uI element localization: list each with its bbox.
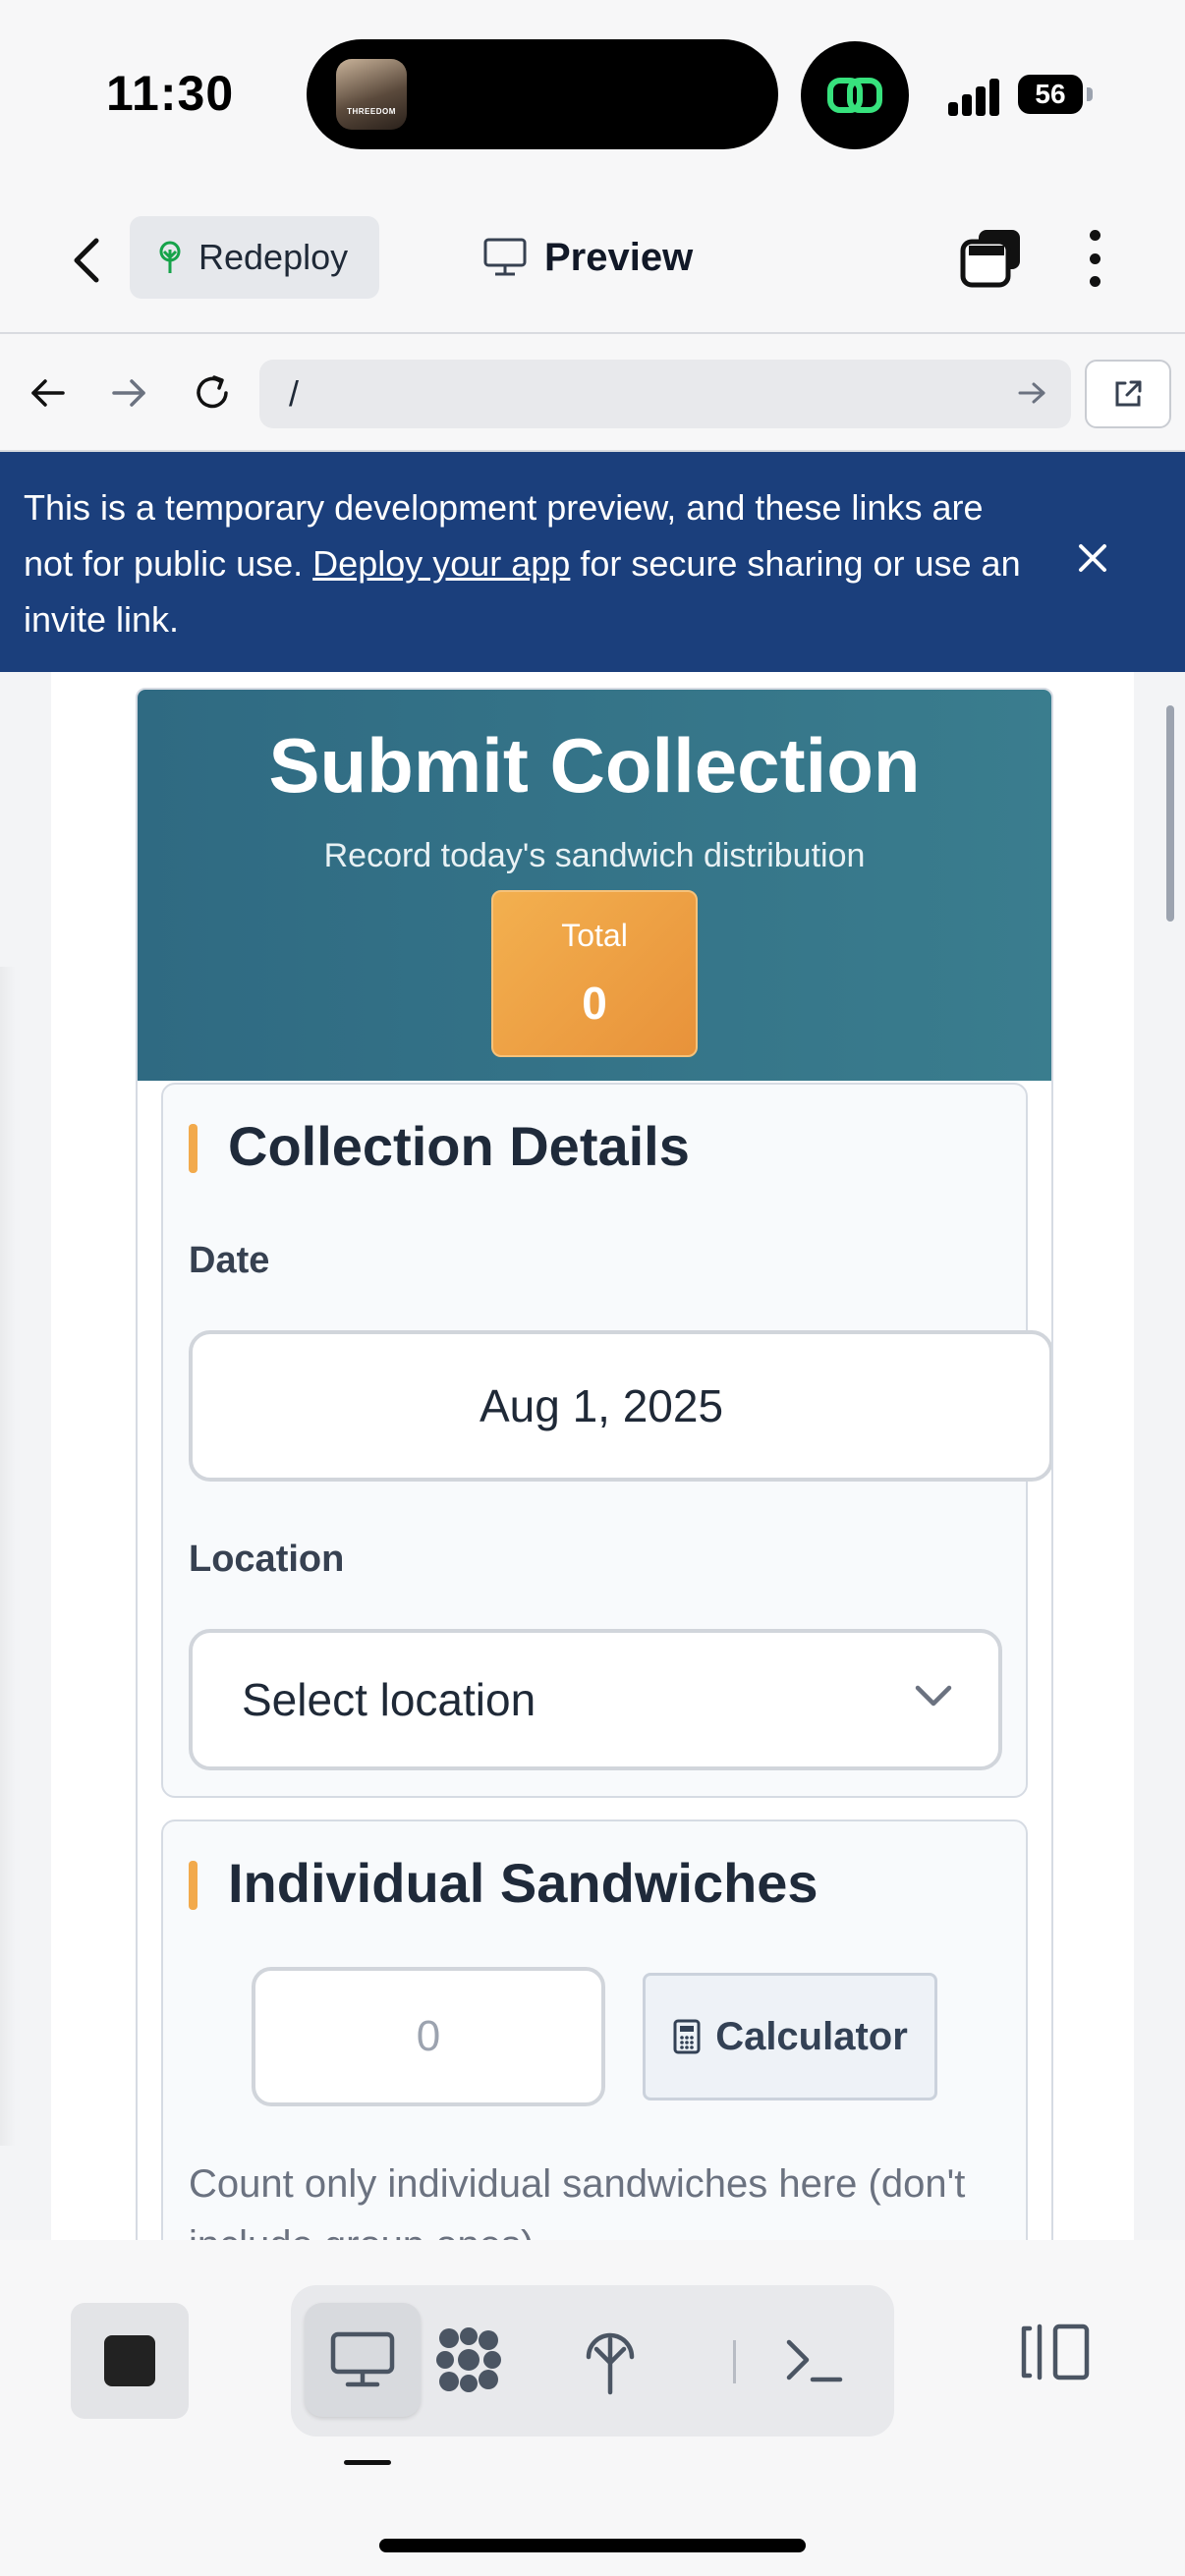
go-arrow-icon[interactable] — [1012, 373, 1051, 413]
linked-app-icon[interactable] — [801, 41, 909, 149]
home-indicator[interactable] — [379, 2539, 806, 2552]
toolbar-shell-button[interactable] — [757, 2303, 873, 2417]
reload-icon — [197, 375, 228, 409]
url-input[interactable]: / — [259, 360, 1071, 428]
date-field[interactable]: Aug 1, 2025 — [189, 1330, 1051, 1482]
collection-details-section: Collection Details Date Aug 1, 2025 Loca… — [161, 1083, 1051, 1798]
calculator-label: Calculator — [715, 2014, 908, 2058]
date-label: Date — [189, 1240, 270, 1281]
redeploy-button[interactable]: Redeploy — [130, 216, 379, 299]
total-badge: Total 0 — [491, 890, 698, 1057]
individual-count-input[interactable]: 0 — [252, 1967, 605, 2106]
nav-back-button[interactable] — [20, 365, 75, 420]
panel-toggle-icon — [1021, 2324, 1090, 2380]
toolbar-divider — [733, 2340, 736, 2383]
close-icon — [1079, 544, 1106, 572]
terminal-icon — [786, 2339, 843, 2382]
section-accent — [189, 1124, 198, 1173]
deploy-tree-icon — [586, 2332, 635, 2395]
location-select[interactable]: Select location — [189, 1629, 1002, 1770]
external-link-icon — [1115, 380, 1142, 407]
battery-icon: 56 — [1018, 75, 1083, 114]
stop-button[interactable] — [71, 2303, 189, 2419]
individual-hint: Count only individual sandwiches here (d… — [189, 2162, 966, 2240]
status-bar: 11:30 THREEDOM 56 — [0, 0, 1185, 187]
calculator-icon — [673, 2019, 701, 2054]
bottom-toolbar — [0, 2240, 1185, 2576]
arrow-left-icon — [31, 379, 65, 407]
toolbar-apps-button[interactable] — [411, 2303, 527, 2417]
toolbar-deploy-button[interactable] — [552, 2303, 668, 2417]
deploy-app-link[interactable]: Deploy your app — [312, 543, 570, 584]
arrow-right-icon — [112, 379, 145, 407]
tool-group — [291, 2285, 894, 2436]
page-title: Submit Collection — [268, 722, 921, 809]
app-header: Redeploy Preview — [0, 187, 1185, 334]
now-playing-art-text: THREEDOM — [347, 107, 396, 116]
submit-collection-card: Submit Collection Record today's sandwic… — [136, 688, 1053, 2240]
signal-icon — [948, 77, 1001, 116]
page-frame: Submit Collection Record today's sandwic… — [51, 672, 1134, 2240]
section-title: Collection Details — [228, 1115, 690, 1177]
reload-button[interactable] — [185, 365, 240, 420]
nav-forward-button[interactable] — [102, 365, 157, 420]
battery-tip — [1087, 87, 1093, 101]
redeploy-label: Redeploy — [198, 237, 349, 277]
scrollbar[interactable] — [1166, 705, 1174, 922]
chevron-left-icon — [74, 238, 99, 283]
kebab-icon — [1089, 230, 1100, 241]
total-value: 0 — [582, 978, 607, 1029]
toolbar-preview-button[interactable] — [305, 2303, 421, 2417]
page-subtitle: Record today's sandwich distribution — [323, 837, 866, 874]
more-menu-button[interactable] — [1077, 226, 1112, 291]
hero-header: Submit Collection Record today's sandwic… — [138, 690, 1051, 1081]
individual-sandwiches-section: Individual Sandwiches 0 Calculator Count… — [161, 1820, 1028, 2240]
monitor-icon — [330, 2331, 395, 2387]
chevron-down-icon — [915, 1685, 952, 1707]
total-label: Total — [561, 918, 628, 953]
back-button[interactable] — [59, 231, 114, 290]
section-title: Individual Sandwiches — [228, 1852, 818, 1914]
preview-label: Preview — [544, 235, 694, 279]
calculator-button[interactable]: Calculator — [643, 1973, 937, 2100]
url-text: / — [289, 373, 300, 414]
location-placeholder: Select location — [242, 1674, 536, 1725]
section-accent — [189, 1861, 198, 1910]
location-label: Location — [189, 1539, 345, 1580]
dynamic-island[interactable]: THREEDOM — [307, 39, 778, 149]
preview-tab[interactable]: Preview — [483, 226, 693, 289]
panel-toggle-button[interactable] — [1016, 2313, 1095, 2391]
active-tool-indicator — [344, 2460, 391, 2465]
banner-close-button[interactable] — [1073, 538, 1112, 586]
blob-grid-icon — [436, 2327, 501, 2392]
now-playing-artwork: THREEDOM — [336, 59, 407, 130]
tree-icon — [159, 241, 181, 273]
open-external-button[interactable] — [1085, 360, 1171, 428]
status-time: 11:30 — [106, 66, 235, 121]
link-rings-icon — [827, 78, 882, 113]
browser-bar: / — [0, 336, 1185, 452]
tabs-button[interactable] — [959, 226, 1024, 291]
tabs-icon — [960, 230, 1020, 288]
dev-preview-banner: This is a temporary development preview,… — [0, 452, 1185, 672]
monitor-icon — [483, 238, 527, 276]
preview-viewport: Submit Collection Record today's sandwic… — [0, 672, 1185, 2240]
stop-icon — [104, 2335, 155, 2386]
